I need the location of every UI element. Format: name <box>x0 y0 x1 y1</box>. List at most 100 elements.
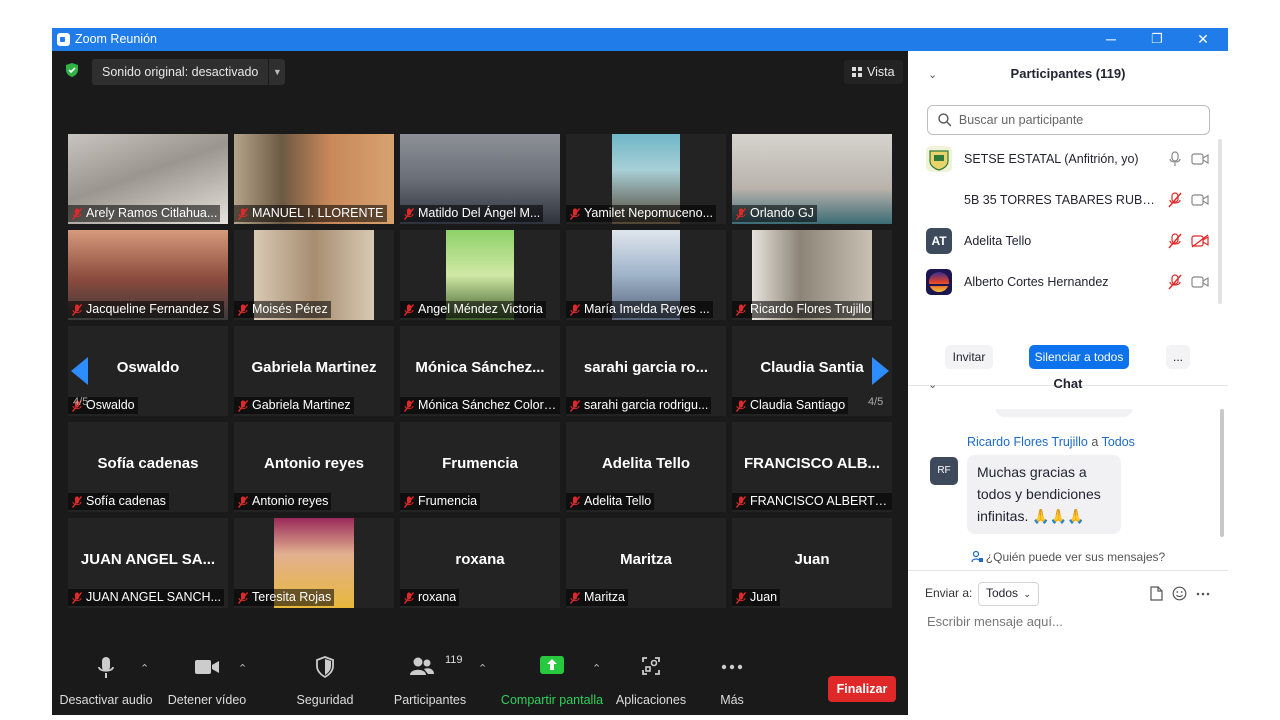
participant-display-name: Antonio reyes <box>263 455 365 472</box>
end-meeting-button[interactable]: Finalizar <box>828 676 896 702</box>
emoji-icon[interactable] <box>1172 586 1187 601</box>
participant-video-tile[interactable]: Maritza Maritza <box>566 518 726 608</box>
participant-name-text: Arely Ramos Citlahua... <box>86 206 218 220</box>
apps-icon <box>642 657 660 675</box>
more-button[interactable]: Más <box>710 642 754 715</box>
video-off-icon[interactable] <box>1191 234 1209 248</box>
participant-video-tile[interactable]: Ricardo Flores Trujillo <box>732 230 892 320</box>
participant-name-label: Juan <box>732 589 781 606</box>
share-screen-button[interactable]: Compartir pantalla <box>500 642 604 715</box>
participant-video-tile[interactable]: Adelita Tello Adelita Tello <box>566 422 726 512</box>
participant-name-text: Orlando GJ <box>750 206 814 220</box>
participant-name-text: Ricardo Flores Trujillo <box>750 302 871 316</box>
participant-video-tile[interactable]: Frumencia Frumencia <box>400 422 560 512</box>
participant-video-tile[interactable]: Mónica Sánchez... Mónica Sánchez Colorado <box>400 326 560 416</box>
participant-video-tile[interactable]: roxana roxana <box>400 518 560 608</box>
who-can-see-link[interactable]: ¿Quién puede ver sus mensajes? <box>908 550 1228 564</box>
participants-more-button[interactable]: ... <box>1166 345 1190 369</box>
send-to-dropdown[interactable]: Todos ⌄ <box>978 582 1039 606</box>
participant-video-tile[interactable]: Arely Ramos Citlahua... <box>68 134 228 224</box>
participants-icon <box>410 657 434 675</box>
chevron-down-icon[interactable]: ▼ <box>268 59 285 85</box>
view-button[interactable]: Vista <box>844 60 903 84</box>
participant-search-input[interactable] <box>956 112 1209 128</box>
participant-name: Alberto Cortes Hernandez <box>964 275 1109 289</box>
participant-video-tile[interactable]: MANUEL I. LLORENTE <box>234 134 394 224</box>
participant-video-tile[interactable]: Gabriela Martinez Gabriela Martinez <box>234 326 394 416</box>
muted-microphone-icon[interactable] <box>1168 274 1182 290</box>
participant-video-tile[interactable]: Yamilet Nepomuceno... <box>566 134 726 224</box>
original-sound-button[interactable]: Sonido original: desactivado ▼ <box>92 59 286 85</box>
participants-label: Participantes <box>393 693 467 707</box>
next-page-arrow-icon[interactable] <box>872 357 889 385</box>
chat-message-input[interactable] <box>925 613 1219 630</box>
audio-options-caret[interactable]: ⌃ <box>140 642 152 715</box>
participant-video-tile[interactable]: Matildo Del Ángel M... <box>400 134 560 224</box>
file-icon[interactable] <box>1150 586 1163 601</box>
video-camera-icon[interactable] <box>1191 153 1209 165</box>
participant-name-text: Yamilet Nepomuceno... <box>584 206 713 220</box>
participants-options-caret[interactable]: ⌃ <box>478 642 490 715</box>
security-button[interactable]: Seguridad <box>288 642 362 715</box>
close-button[interactable]: ✕ <box>1180 28 1226 51</box>
participant-video-tile[interactable]: María Imelda Reyes ... <box>566 230 726 320</box>
chat-sender-name[interactable]: Ricardo Flores Trujillo <box>967 435 1088 449</box>
participant-video-tile[interactable]: FRANCISCO ALB... FRANCISCO ALBERTO... <box>732 422 892 512</box>
participant-row[interactable]: SETSE ESTATAL (Anfitrión, yo) <box>926 139 1216 179</box>
zoom-logo-icon <box>57 33 70 46</box>
participant-video-tile[interactable]: Juan Juan <box>732 518 892 608</box>
invite-button[interactable]: Invitar <box>945 345 993 369</box>
participant-display-name: Gabriela Martinez <box>251 359 377 376</box>
muted-microphone-icon[interactable] <box>1168 192 1182 208</box>
security-shield-icon <box>316 656 334 678</box>
apps-label: Aplicaciones <box>615 693 687 707</box>
restore-button[interactable]: ❐ <box>1134 28 1180 51</box>
chevron-up-icon: ⌃ <box>140 663 150 675</box>
participant-name-label: sarahi garcia rodrigu... <box>566 397 712 414</box>
more-dots-icon[interactable] <box>1196 592 1210 596</box>
participant-display-name: FRANCISCO ALB... <box>743 455 881 472</box>
muted-microphone-icon[interactable] <box>1168 233 1182 249</box>
participant-video-tile[interactable]: sarahi garcia ro... sarahi garcia rodrigu… <box>566 326 726 416</box>
participant-video-tile[interactable]: Sofía cadenas Sofía cadenas <box>68 422 228 512</box>
send-to-label: Enviar a: <box>925 586 973 600</box>
encryption-shield-icon[interactable] <box>64 62 80 78</box>
participant-avatar: AT <box>926 228 952 254</box>
video-camera-icon[interactable] <box>1191 194 1209 206</box>
chevron-up-icon: ⌃ <box>238 663 248 675</box>
chat-scrollbar[interactable] <box>1220 409 1224 537</box>
participants-scrollbar[interactable] <box>1218 139 1222 304</box>
page-indicator-right: 4/5 <box>868 396 884 408</box>
video-camera-icon[interactable] <box>1191 276 1209 288</box>
muted-microphone-icon <box>736 207 746 220</box>
participant-video-tile[interactable]: Orlando GJ <box>732 134 892 224</box>
participant-video-tile[interactable]: Teresita Rojas <box>234 518 394 608</box>
participant-row[interactable]: AT Adelita Tello <box>926 221 1216 261</box>
previous-page-arrow-icon[interactable] <box>71 357 88 385</box>
send-to-value: Todos <box>986 586 1019 600</box>
participant-video-tile[interactable]: Antonio reyes Antonio reyes <box>234 422 394 512</box>
participant-video-tile[interactable]: Moisés Pérez <box>234 230 394 320</box>
participant-video-tile[interactable]: JUAN ANGEL SA... JUAN ANGEL SANCH... <box>68 518 228 608</box>
video-options-caret[interactable]: ⌃ <box>238 642 250 715</box>
muted-microphone-icon <box>736 303 746 316</box>
participant-row[interactable]: 5B 35 TORRES TABARES RUBEN ... <box>926 180 1216 220</box>
muted-microphone-icon <box>404 399 414 412</box>
apps-button[interactable]: Aplicaciones <box>614 642 688 715</box>
participant-display-name: Claudia Santia <box>760 359 864 376</box>
participant-video-tile[interactable]: Angel Méndez Victoria <box>400 230 560 320</box>
muted-microphone-icon <box>238 303 248 316</box>
microphone-icon[interactable] <box>1168 151 1182 167</box>
participant-row[interactable]: Alberto Cortes Hernandez <box>926 262 1216 302</box>
share-options-caret[interactable]: ⌃ <box>592 642 604 715</box>
participant-search-box[interactable] <box>927 105 1210 135</box>
chat-recipient: Todos <box>1101 435 1135 449</box>
participant-display-name: Sofía cadenas <box>97 455 199 472</box>
participants-button[interactable]: 119 Participantes <box>392 642 468 715</box>
minimize-button[interactable]: ─ <box>1088 28 1134 51</box>
participant-video-tile[interactable]: Jacqueline Fernandez S <box>68 230 228 320</box>
participant-display-name: roxana <box>455 551 505 568</box>
original-sound-label: Sonido original: desactivado <box>102 65 259 79</box>
mute-all-button[interactable]: Silenciar a todos <box>1029 345 1129 369</box>
participant-video-tile[interactable]: Oswaldo Oswaldo <box>68 326 228 416</box>
